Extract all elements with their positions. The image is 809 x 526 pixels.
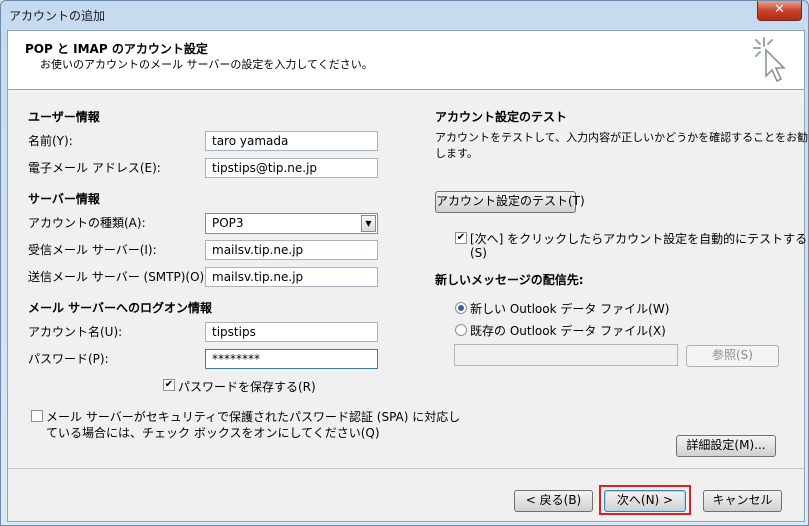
auto-test-label-line2[interactable]: (S) xyxy=(470,246,487,260)
auto-test-label-line1[interactable]: [次へ] をクリックしたらアカウント設定を自動的にテストする xyxy=(470,230,807,247)
account-name-label: アカウント名(U): xyxy=(28,325,123,339)
incoming-server-label: 受信メール サーバー(I): xyxy=(28,243,157,257)
wizard-header: POP と IMAP のアカウント設定 お使いのアカウントのメール サーバーの設… xyxy=(8,31,804,90)
name-label: 名前(Y): xyxy=(28,134,73,148)
close-icon: ✕ xyxy=(774,2,785,17)
delivery-heading: 新しいメッセージの配信先: xyxy=(435,273,584,287)
server-info-heading: サーバー情報 xyxy=(28,192,100,206)
existing-data-file-radio[interactable] xyxy=(455,324,467,336)
email-input[interactable]: tipstips@tip.ne.jp xyxy=(205,158,378,178)
new-data-file-radio[interactable] xyxy=(455,302,467,314)
dialog-client-area: POP と IMAP のアカウント設定 お使いのアカウントのメール サーバーの設… xyxy=(7,30,809,522)
radio-selected-dot xyxy=(458,305,464,311)
user-info-heading: ユーザー情報 xyxy=(28,110,100,124)
logon-info-heading: メール サーバーへのログオン情報 xyxy=(28,301,213,315)
window-title: アカウントの追加 xyxy=(9,9,106,23)
account-type-select[interactable]: POP3 ▼ xyxy=(205,213,378,234)
advanced-settings-button[interactable]: 詳細設定(M)... xyxy=(676,435,776,457)
page-title: POP と IMAP のアカウント設定 xyxy=(25,42,208,56)
close-button[interactable]: ✕ xyxy=(757,1,802,21)
next-button-highlight xyxy=(599,485,691,515)
spa-label-line2[interactable]: ている場合には、チェック ボックスをオンにしてください(Q) xyxy=(46,424,380,441)
test-account-button[interactable]: アカウント設定のテスト(T) xyxy=(435,191,585,213)
dropdown-arrow-icon[interactable]: ▼ xyxy=(361,215,376,232)
incoming-server-input[interactable]: mailsv.tip.ne.jp xyxy=(205,240,378,260)
browse-button[interactable]: 参照(S) xyxy=(686,345,779,367)
title-bar: アカウントの追加 ✕ xyxy=(1,1,808,30)
auto-test-checkbox[interactable]: ✔ xyxy=(455,232,467,244)
save-password-checkbox[interactable]: ✔ xyxy=(163,379,175,391)
account-type-value: POP3 xyxy=(212,216,244,230)
email-label: 電子メール アドレス(E): xyxy=(28,161,161,175)
account-type-label: アカウントの種類(A): xyxy=(28,216,146,230)
spa-checkbox[interactable] xyxy=(31,410,43,422)
outgoing-server-label: 送信メール サーバー (SMTP)(O): xyxy=(28,270,209,284)
check-icon: ✔ xyxy=(164,379,174,390)
outgoing-server-input[interactable]: mailsv.tip.ne.jp xyxy=(205,267,378,287)
new-data-file-label[interactable]: 新しい Outlook データ ファイル(W) xyxy=(470,300,669,317)
account-name-input[interactable]: tipstips xyxy=(205,322,378,342)
test-description-line1: アカウントをテストして、入力内容が正しいかどうかを確認することをお勧め xyxy=(435,131,809,144)
password-input[interactable]: ******** xyxy=(205,349,378,369)
data-file-path-input[interactable] xyxy=(454,344,678,366)
divider xyxy=(8,468,804,469)
cancel-button[interactable]: キャンセル xyxy=(703,490,782,512)
test-description-line2: します。 xyxy=(435,147,478,160)
cursor-sparkle-icon xyxy=(753,37,786,83)
back-button[interactable]: < 戻る(B) xyxy=(514,490,593,512)
account-add-dialog: アカウントの追加 ✕ POP と IMAP のアカウント設定 お使いのアカウント… xyxy=(0,0,809,526)
password-label: パスワード(P): xyxy=(28,352,109,366)
check-icon: ✔ xyxy=(456,232,466,243)
spa-label-line1[interactable]: メール サーバーがセキュリティで保護されたパスワード認証 (SPA) に対応し xyxy=(46,408,460,425)
name-input[interactable]: taro yamada xyxy=(205,131,378,151)
test-heading: アカウント設定のテスト xyxy=(435,110,568,124)
page-subtitle: お使いのアカウントのメール サーバーの設定を入力してください。 xyxy=(40,58,373,71)
existing-data-file-label[interactable]: 既存の Outlook データ ファイル(X) xyxy=(470,322,666,339)
save-password-label[interactable]: パスワードを保存する(R) xyxy=(178,378,316,395)
